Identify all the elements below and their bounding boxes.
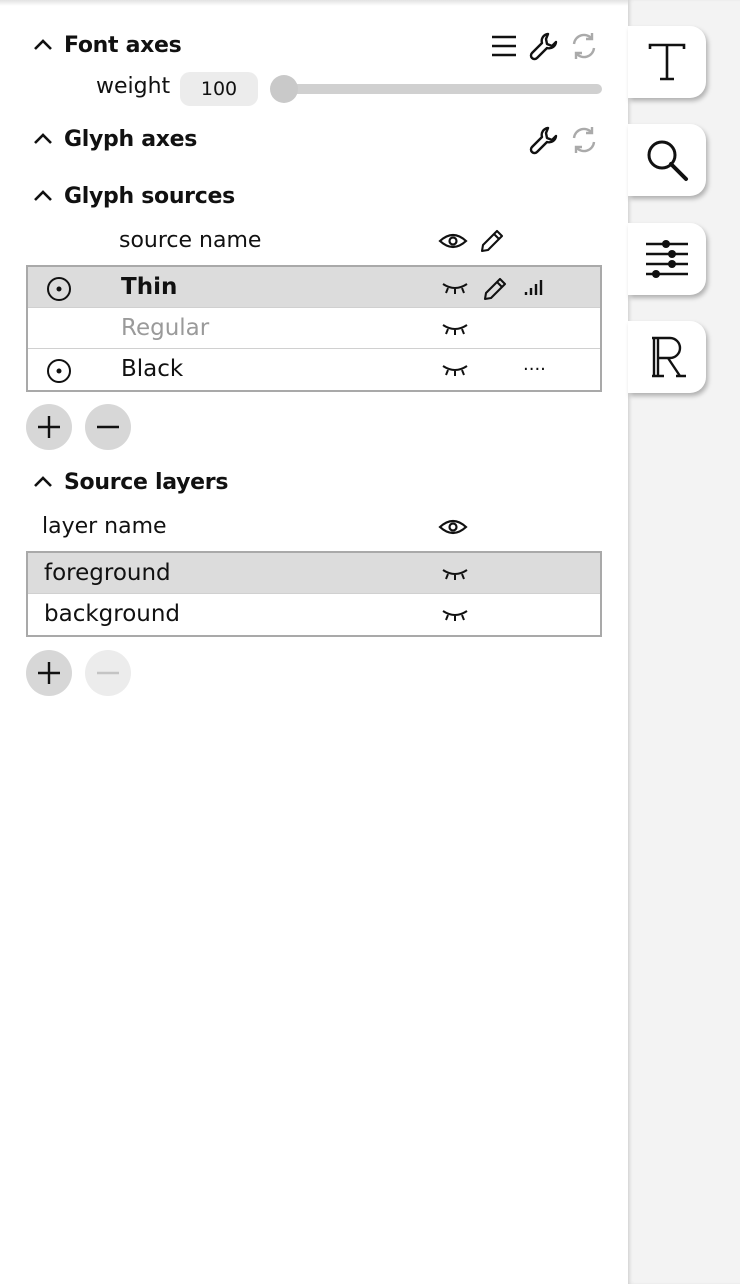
source-name: Regular <box>121 315 210 341</box>
chevron-up-icon <box>34 133 52 144</box>
layer-row[interactable]: background <box>28 594 600 635</box>
layer-name: background <box>44 601 181 627</box>
plus-icon <box>38 662 60 684</box>
pencil-icon[interactable] <box>482 276 508 302</box>
refresh-icon[interactable] <box>567 123 601 157</box>
source-row[interactable]: Thin <box>28 267 600 308</box>
source-status: .... <box>523 354 546 375</box>
font-axes-header[interactable]: Font axes <box>30 32 182 58</box>
default-source-icon[interactable] <box>46 358 72 384</box>
eye-closed-icon[interactable] <box>441 282 469 296</box>
text-tab[interactable] <box>628 26 706 98</box>
source-layers-list[interactable]: foreground background <box>26 551 602 637</box>
chevron-up-icon <box>34 190 52 201</box>
layer-row[interactable]: foreground <box>28 553 600 594</box>
axis-value-field[interactable]: 100 <box>180 72 258 106</box>
glyph-axes-header[interactable]: Glyph axes <box>30 126 197 152</box>
axis-slider[interactable] <box>272 84 602 94</box>
refresh-icon[interactable] <box>567 29 601 63</box>
chevron-up-icon <box>34 39 52 50</box>
remove-source-button[interactable] <box>85 404 131 450</box>
pencil-icon <box>479 228 505 254</box>
source-layers-header[interactable]: Source layers <box>30 469 228 495</box>
source-name-column-header: source name <box>119 228 262 253</box>
eye-closed-icon[interactable] <box>441 568 469 582</box>
search-tab[interactable] <box>628 124 706 196</box>
eye-closed-icon[interactable] <box>441 609 469 623</box>
layer-name-column-header: layer name <box>42 514 167 539</box>
top-shadow <box>0 0 628 6</box>
wrench-icon[interactable] <box>527 123 561 157</box>
text-icon <box>648 43 686 81</box>
menu-icon[interactable] <box>488 30 520 62</box>
eye-closed-icon[interactable] <box>441 364 469 378</box>
sliders-icon <box>646 240 688 278</box>
glyph-sources-title: Glyph sources <box>64 183 235 209</box>
reference-font-icon <box>652 336 686 378</box>
layer-name: foreground <box>44 560 171 586</box>
plus-icon <box>38 416 60 438</box>
eye-open-icon <box>438 229 468 253</box>
add-layer-button[interactable] <box>26 650 72 696</box>
chevron-up-icon <box>34 476 52 487</box>
reference-font-tab[interactable] <box>628 321 706 393</box>
eye-open-icon <box>438 515 468 539</box>
default-source-icon[interactable] <box>46 276 72 302</box>
source-name: Black <box>121 356 184 382</box>
remove-layer-button[interactable] <box>85 650 131 696</box>
sidebar-panel: Font axes weight 100 Glyph axes Glyph so… <box>0 0 628 1284</box>
search-icon <box>647 140 688 181</box>
glyph-sources-header[interactable]: Glyph sources <box>30 183 235 209</box>
glyph-axes-title: Glyph axes <box>64 126 198 152</box>
wrench-icon[interactable] <box>527 29 561 63</box>
font-axes-title: Font axes <box>64 32 182 58</box>
source-row[interactable]: Black .... <box>28 349 600 390</box>
source-row[interactable]: Regular <box>28 308 600 349</box>
glyph-sources-list[interactable]: Thin Regular Black .... <box>26 265 602 392</box>
source-layers-title: Source layers <box>64 469 229 495</box>
add-source-button[interactable] <box>26 404 72 450</box>
minus-icon <box>97 425 119 429</box>
glyph-settings-tab[interactable] <box>628 223 706 295</box>
source-name: Thin <box>121 274 178 300</box>
eye-closed-icon[interactable] <box>441 323 469 337</box>
axis-slider-thumb[interactable] <box>270 75 298 103</box>
signal-bars-icon <box>523 278 545 298</box>
axis-label: weight <box>96 74 171 99</box>
minus-icon <box>97 671 119 675</box>
